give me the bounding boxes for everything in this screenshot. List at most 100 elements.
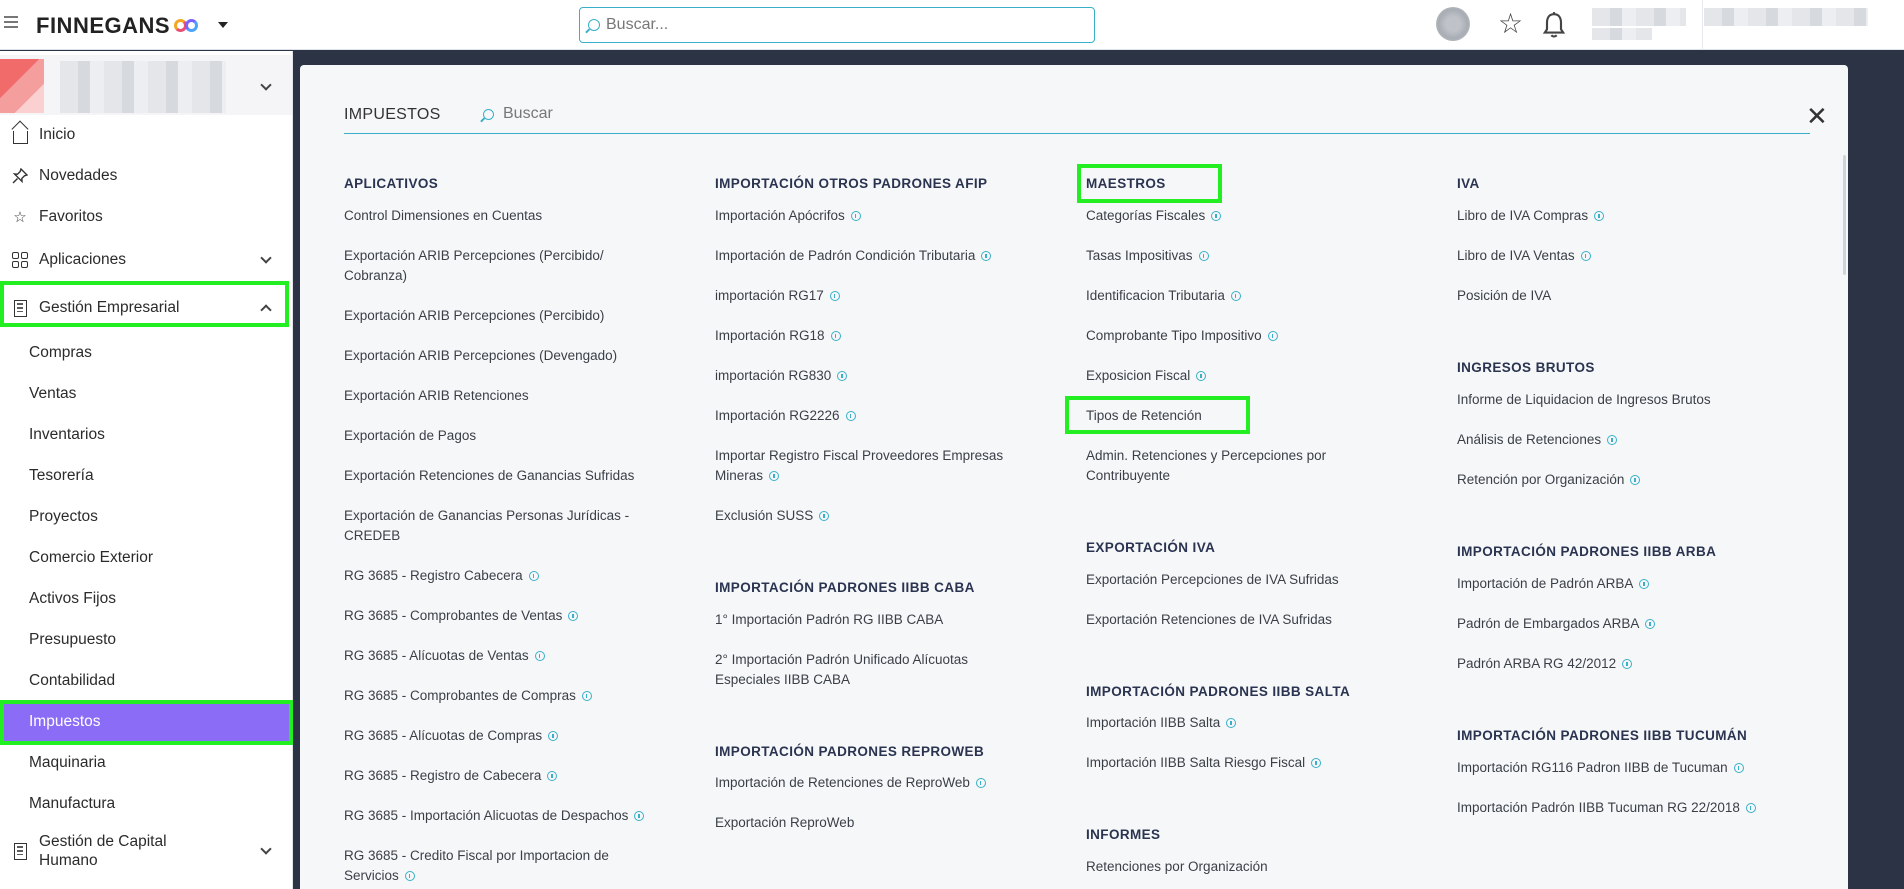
menu-link[interactable]: Importación IIBB Salta [1086, 713, 1406, 733]
menu-link[interactable]: RG 3685 - Alícuotas de Compras [344, 726, 664, 746]
menu-link[interactable]: Exportación Retenciones de Ganancias Suf… [344, 466, 664, 486]
menu-link[interactable]: RG 3685 - Registro Cabecera [344, 566, 664, 586]
menu-link[interactable]: RG 3685 - Comprobantes de Compras [344, 686, 664, 706]
sidebar-subitem-ventas[interactable]: Ventas [0, 374, 292, 414]
menu-link[interactable]: Importación RG18 [715, 326, 1035, 346]
brand-caret-down-icon[interactable] [218, 22, 228, 28]
close-icon[interactable]: ✕ [1806, 103, 1828, 129]
info-icon[interactable] [819, 511, 830, 521]
info-icon[interactable] [1630, 475, 1641, 485]
menu-link[interactable]: Importación de Retenciones de ReproWeb [715, 773, 1035, 793]
account-info-blurred[interactable] [1704, 8, 1868, 26]
global-search[interactable] [579, 7, 1095, 43]
sidebar-subitem-activos-fijos[interactable]: Activos Fijos [0, 579, 292, 619]
sidebar-subitem-impuestos[interactable]: Impuestos [0, 702, 292, 742]
menu-link[interactable]: Importación de Padrón ARBA [1457, 574, 1777, 594]
menu-link[interactable]: 2° Importación Padrón Unificado Alícuota… [715, 650, 1035, 690]
menu-link[interactable]: Importación Apócrifos [715, 206, 1035, 226]
user-name-blurred[interactable] [1592, 8, 1686, 26]
menu-link[interactable]: Importación Padrón IIBB Tucuman RG 22/20… [1457, 798, 1777, 818]
info-icon[interactable] [1580, 251, 1591, 261]
sidebar-subitem-inventarios[interactable]: Inventarios [0, 415, 292, 455]
sidebar-subitem-proyectos[interactable]: Proyectos [0, 497, 292, 537]
sidebar-subitem-contabilidad[interactable]: Contabilidad [0, 661, 292, 701]
panel-search[interactable]: Buscar [483, 105, 553, 123]
organization-selector[interactable] [0, 55, 292, 115]
menu-link[interactable]: Importar Registro Fiscal Proveedores Emp… [715, 446, 1035, 486]
menu-link[interactable]: Exportación ARIB Percepciones (Percibido… [344, 246, 664, 286]
menu-link[interactable]: Exportación Percepciones de IVA Sufridas [1086, 570, 1406, 590]
menu-link[interactable]: Retención por Organización [1457, 470, 1777, 490]
menu-link[interactable]: Posición de IVA [1457, 286, 1777, 306]
sidebar-item-gestion-capital-humano[interactable]: Gestión de Capital Humano [0, 826, 292, 876]
info-icon[interactable] [1226, 718, 1237, 728]
menu-link[interactable]: Exportación ARIB Percepciones (Percibido… [344, 306, 664, 326]
info-icon[interactable] [1267, 331, 1278, 341]
info-icon[interactable] [1645, 619, 1656, 629]
info-icon[interactable] [568, 611, 579, 621]
info-icon[interactable] [1196, 371, 1207, 381]
info-icon[interactable] [528, 571, 539, 581]
global-search-input[interactable] [606, 16, 1076, 34]
info-icon[interactable] [1230, 291, 1241, 301]
menu-link[interactable]: Comprobante Tipo Impositivo [1086, 326, 1406, 346]
info-icon[interactable] [1594, 211, 1605, 221]
menu-link[interactable]: Exportación ARIB Retenciones [344, 386, 664, 406]
menu-link[interactable]: Exportación de Ganancias Personas Jurídi… [344, 506, 664, 546]
brand-logo[interactable]: FINNEGANS [36, 13, 200, 39]
menu-link[interactable]: Exportación ReproWeb [715, 813, 1035, 833]
menu-link[interactable]: Tipos de Retención [1086, 406, 1406, 426]
menu-link[interactable]: RG 3685 - Comprobantes de Ventas [344, 606, 664, 626]
menu-link[interactable]: Importación RG2226 [715, 406, 1035, 426]
sidebar-subitem-manufactura[interactable]: Manufactura [0, 784, 292, 824]
menu-link[interactable]: Importación de Padrón Condición Tributar… [715, 246, 1035, 266]
menu-link[interactable]: Padrón ARBA RG 42/2012 [1457, 654, 1777, 674]
menu-link[interactable]: Tasas Impositivas [1086, 246, 1406, 266]
info-icon[interactable] [837, 371, 848, 381]
menu-link[interactable]: Exportación de Pagos [344, 426, 664, 446]
info-icon[interactable] [1733, 763, 1744, 773]
info-icon[interactable] [1745, 803, 1756, 813]
sidebar-subitem-maquinaria[interactable]: Maquinaria [0, 743, 292, 783]
menu-link[interactable]: Informe de Liquidacion de Ingresos Bruto… [1457, 390, 1777, 410]
info-icon[interactable] [404, 871, 415, 881]
menu-link[interactable]: 1° Importación Padrón RG IIBB CABA [715, 610, 1035, 630]
sidebar-item-gestion-empresarial[interactable]: Gestión Empresarial [0, 288, 292, 328]
sidebar-item-aplicaciones[interactable]: Aplicaciones [0, 240, 292, 280]
info-icon[interactable] [769, 471, 780, 481]
menu-link[interactable]: Exportación Retenciones de IVA Sufridas [1086, 610, 1406, 630]
menu-link[interactable]: Padrón de Embargados ARBA [1457, 614, 1777, 634]
info-icon[interactable] [1622, 659, 1633, 669]
info-icon[interactable] [548, 731, 559, 741]
menu-link[interactable]: Admin. Retenciones y Percepciones por Co… [1086, 446, 1406, 486]
info-icon[interactable] [1211, 211, 1222, 221]
menu-link[interactable]: Identificacion Tributaria [1086, 286, 1406, 306]
menu-link[interactable]: importación RG17 [715, 286, 1035, 306]
sidebar-item-inicio[interactable]: Inicio [0, 115, 292, 155]
scrollbar[interactable] [1843, 155, 1846, 275]
info-icon[interactable] [829, 291, 840, 301]
menu-link[interactable]: RG 3685 - Registro de Cabecera [344, 766, 664, 786]
info-icon[interactable] [634, 811, 645, 821]
favorites-star-icon[interactable]: ☆ [1498, 10, 1523, 38]
info-icon[interactable] [581, 691, 592, 701]
info-icon[interactable] [1607, 435, 1618, 445]
menu-link[interactable]: Importación IIBB Salta Riesgo Fiscal [1086, 753, 1406, 773]
menu-link[interactable]: Libro de IVA Compras [1457, 206, 1777, 226]
menu-link[interactable]: Exposicion Fiscal [1086, 366, 1406, 386]
info-icon[interactable] [547, 771, 558, 781]
menu-link[interactable]: Categorías Fiscales [1086, 206, 1406, 226]
sidebar-item-favoritos[interactable]: ☆ Favoritos [0, 197, 292, 237]
menu-link[interactable]: Control Dimensiones en Cuentas [344, 206, 664, 226]
notifications-bell-icon[interactable] [1541, 11, 1567, 39]
info-icon[interactable] [1639, 579, 1650, 589]
info-icon[interactable] [850, 211, 861, 221]
info-icon[interactable] [534, 651, 545, 661]
sidebar-item-novedades[interactable]: Novedades [0, 156, 292, 196]
menu-link[interactable]: Exportación ARIB Percepciones (Devengado… [344, 346, 664, 366]
info-icon[interactable] [981, 251, 992, 261]
menu-link[interactable]: Importación RG116 Padron IIBB de Tucuman [1457, 758, 1777, 778]
sidebar-subitem-presupuesto[interactable]: Presupuesto [0, 620, 292, 660]
menu-link[interactable]: Retenciones por Organización [1086, 857, 1406, 877]
info-icon[interactable] [975, 778, 986, 788]
